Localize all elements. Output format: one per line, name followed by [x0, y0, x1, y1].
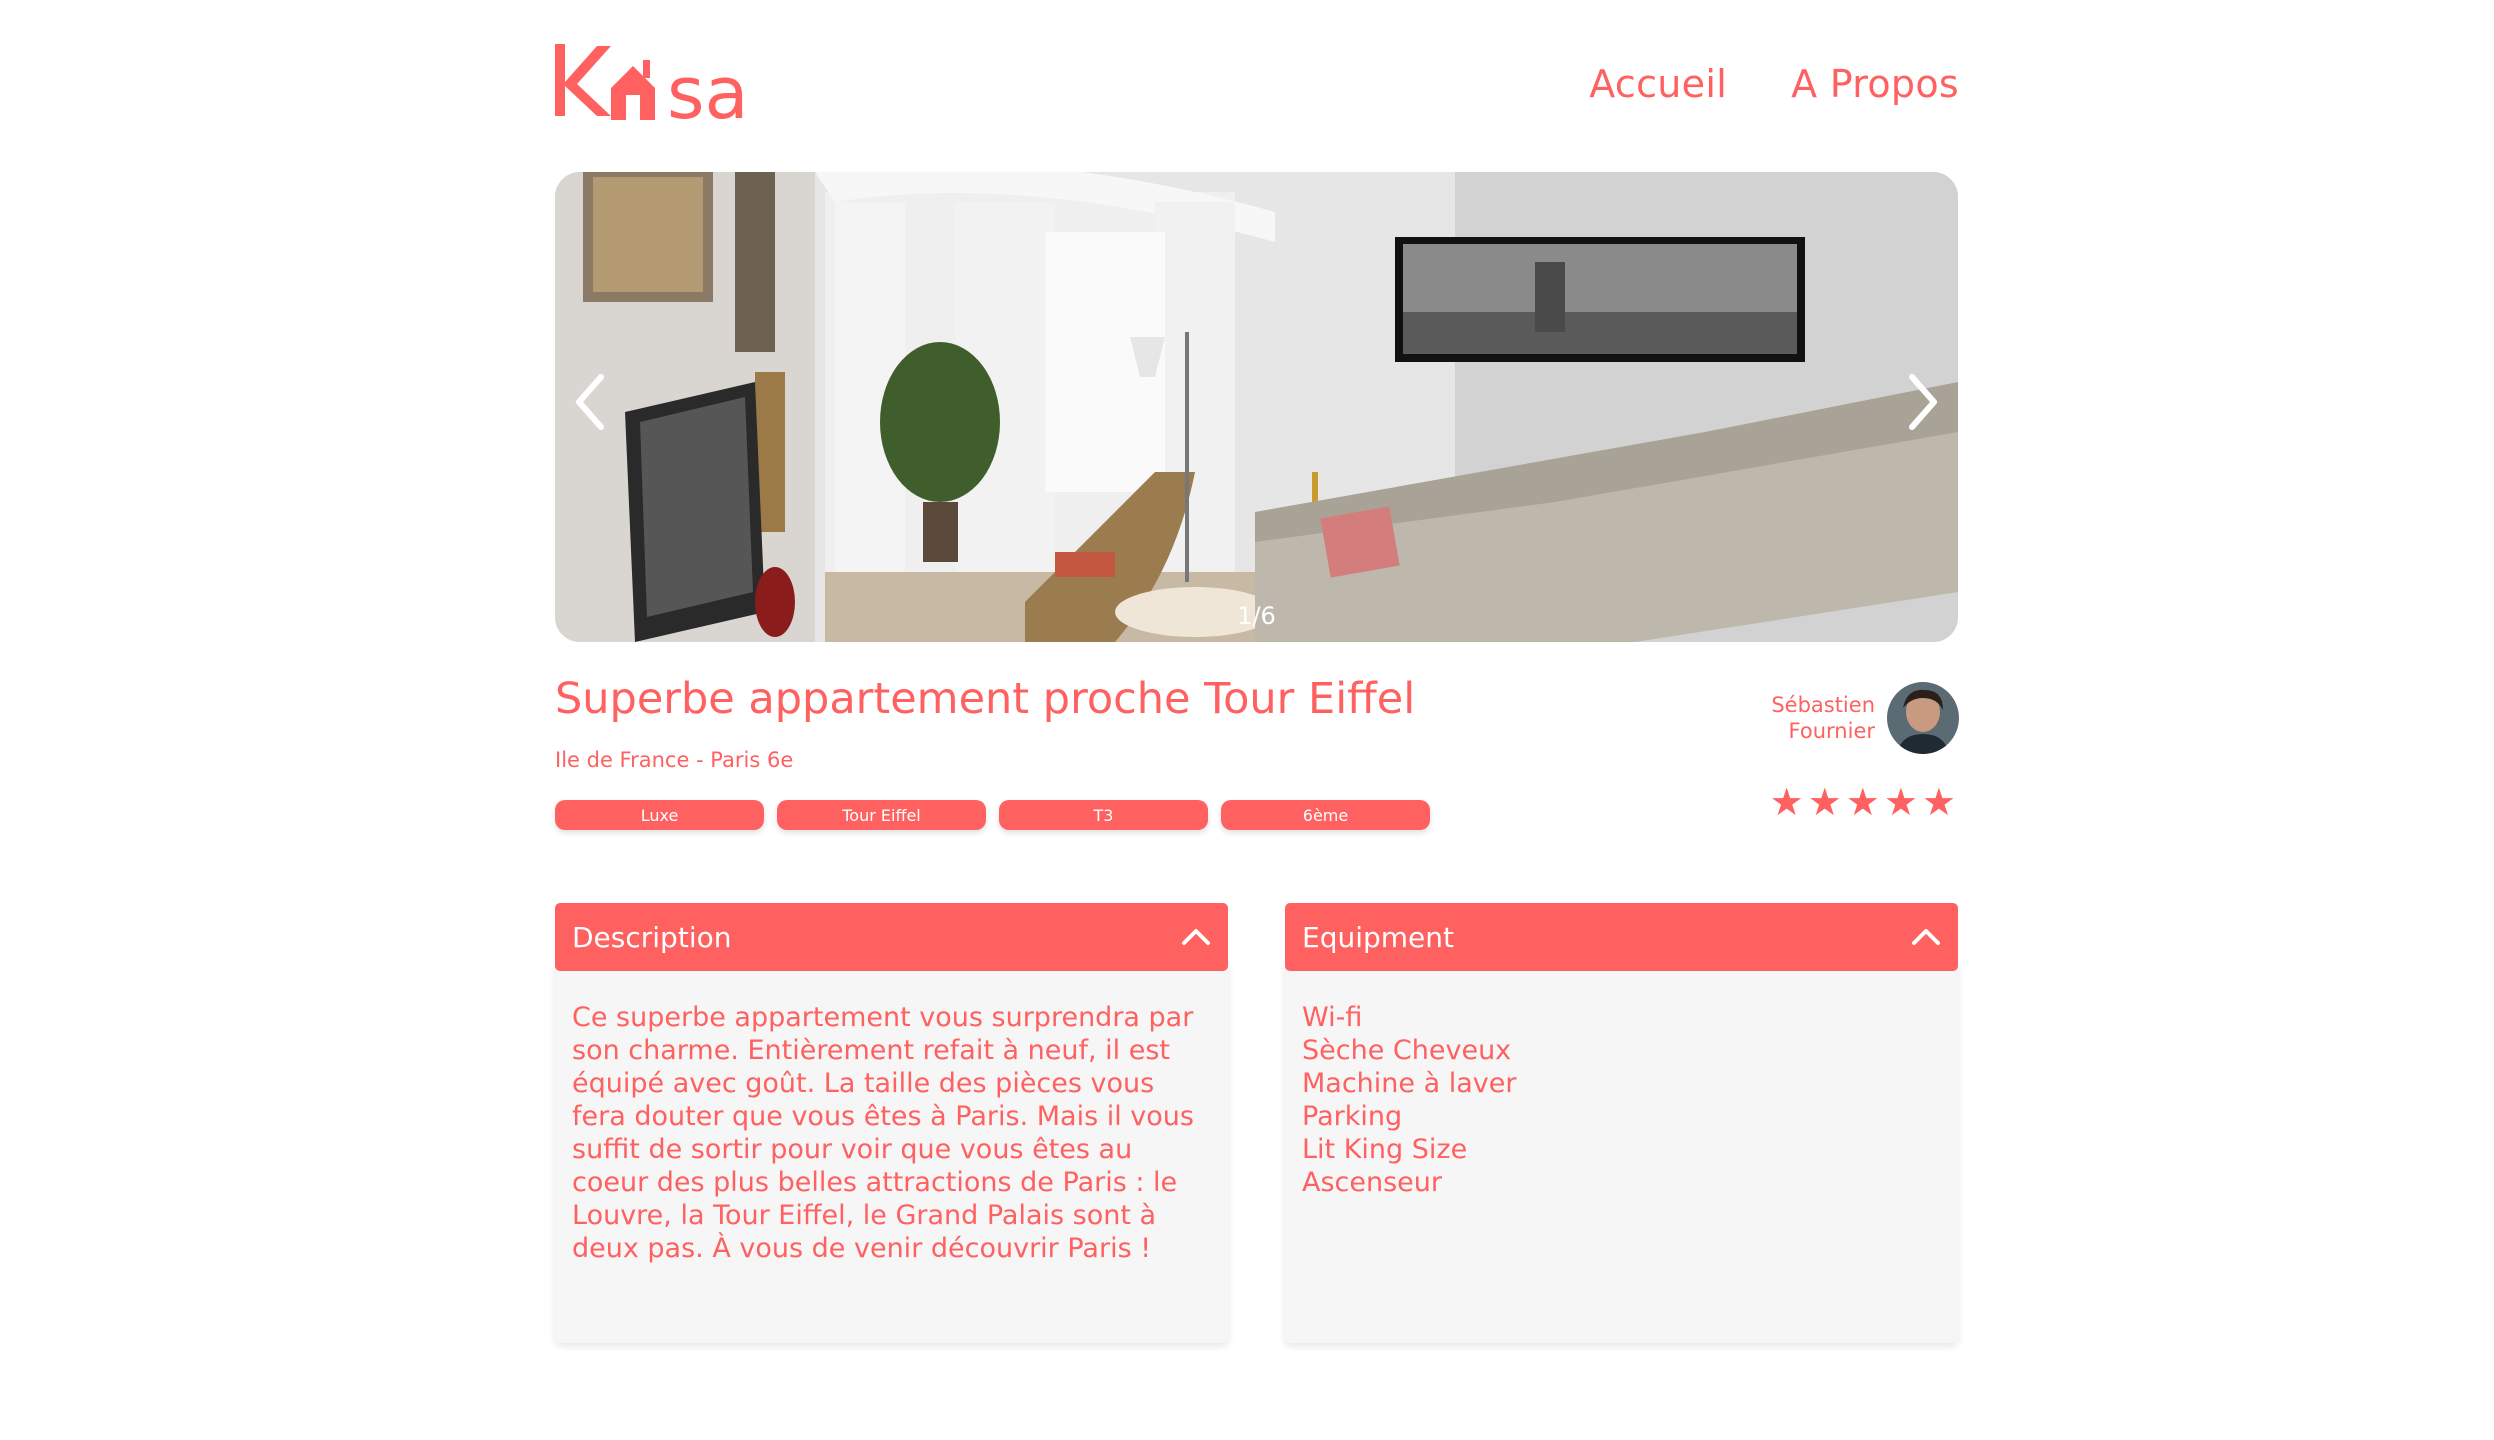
list-item: Ascenseur	[1302, 1167, 1442, 1198]
description-toggle[interactable]: Description	[555, 903, 1228, 971]
page: sa Accueil A Propos 1/6 Superbe appartem…	[0, 0, 2494, 1440]
apartment-photo	[555, 172, 1958, 642]
next-photo-button[interactable]	[1898, 367, 1948, 437]
tag: Luxe	[555, 800, 764, 830]
tag-list: Luxe Tour Eiffel T3 6ème	[555, 800, 1430, 830]
star-icon: ★	[1845, 780, 1880, 824]
list-item: Wi-fi	[1302, 1002, 1363, 1033]
chevron-up-icon	[1912, 929, 1940, 945]
equipment-body: Wi-fi Sèche Cheveux Machine à laver Park…	[1285, 963, 1958, 1343]
star-icon: ★	[1769, 780, 1804, 824]
list-item: Sèche Cheveux	[1302, 1035, 1512, 1066]
tag: T3	[999, 800, 1208, 830]
tag: 6ème	[1221, 800, 1430, 830]
equipment-title: Equipment	[1302, 920, 1454, 954]
list-item: Machine à laver	[1302, 1068, 1517, 1099]
star-icon: ★	[1807, 780, 1842, 824]
chevron-right-icon	[1909, 374, 1937, 430]
listing-title: Superbe appartement proche Tour Eiffel	[555, 674, 1416, 724]
description-title: Description	[572, 920, 732, 954]
tag: Tour Eiffel	[777, 800, 986, 830]
star-icon: ★	[1883, 780, 1918, 824]
nav-a-propos-link[interactable]: A Propos	[1791, 62, 1959, 106]
svg-text:sa: sa	[667, 51, 749, 130]
previous-photo-button[interactable]	[565, 367, 615, 437]
logo-mark: sa	[555, 44, 749, 130]
equipment-list: Wi-fi Sèche Cheveux Machine à laver Park…	[1302, 1001, 1941, 1199]
listing-location: Ile de France - Paris 6e	[555, 748, 794, 772]
list-item: Parking	[1302, 1101, 1403, 1132]
chevron-up-icon	[1182, 929, 1210, 945]
description-body: Ce superbe appartement vous surprendra p…	[555, 963, 1228, 1343]
star-icon: ★	[1921, 780, 1956, 824]
kasa-logo[interactable]: sa	[555, 40, 795, 130]
host-photo	[1887, 682, 1959, 754]
host-avatar	[1887, 682, 1959, 754]
host-first-name: Sébastien	[1771, 693, 1875, 717]
photo-counter: 1/6	[1237, 602, 1276, 630]
nav-accueil-link[interactable]: Accueil	[1589, 62, 1727, 106]
rating-stars: ★ ★ ★ ★ ★	[1770, 780, 1956, 824]
main-nav: Accueil A Propos	[1589, 62, 1959, 106]
photo-carousel: 1/6	[555, 172, 1958, 642]
description-text: Ce superbe appartement vous surprendra p…	[572, 1002, 1194, 1264]
list-item: Lit King Size	[1302, 1134, 1468, 1165]
equipment-collapse: Equipment Wi-fi Sèche Cheveux Machine à …	[1285, 903, 1958, 1343]
description-collapse: Description Ce superbe appartement vous …	[555, 903, 1228, 1343]
chevron-left-icon	[576, 374, 604, 430]
equipment-toggle[interactable]: Equipment	[1285, 903, 1958, 971]
host-name: Sébastien Fournier	[1771, 692, 1875, 744]
host-info: Sébastien Fournier	[1771, 682, 1959, 754]
host-last-name: Fournier	[1788, 719, 1875, 743]
